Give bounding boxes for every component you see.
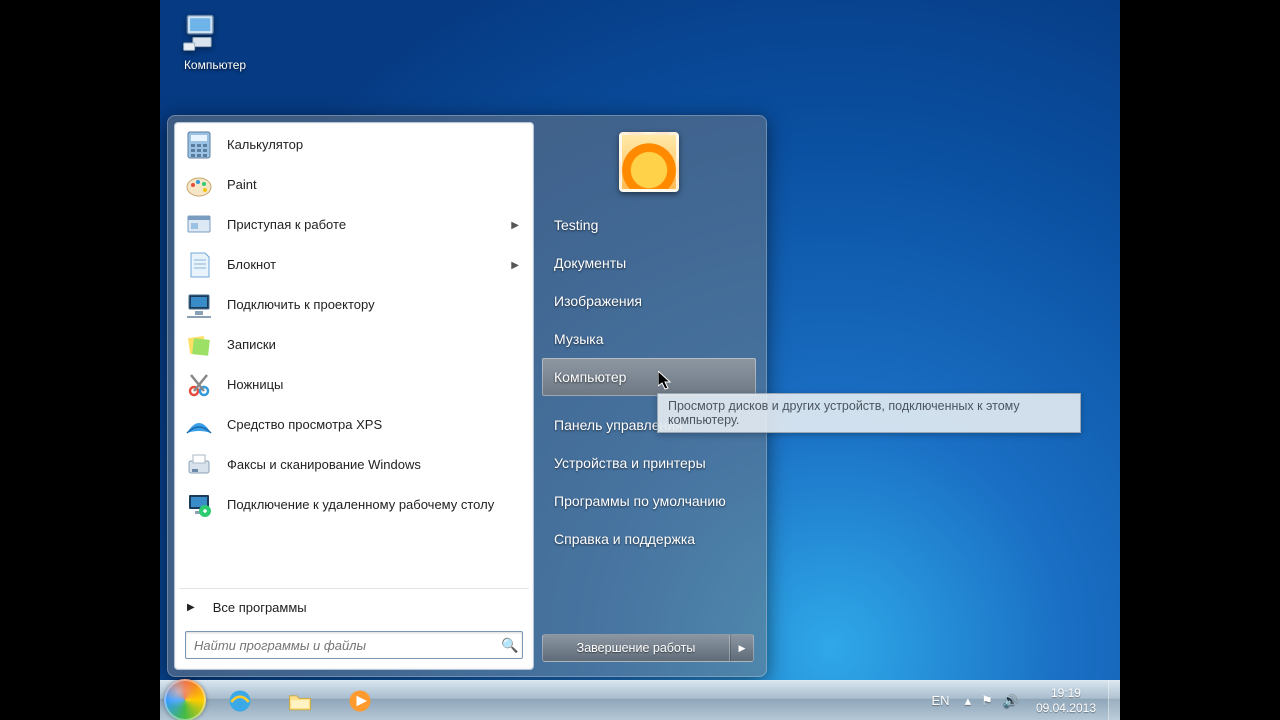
computer-icon <box>180 10 224 54</box>
shutdown-row: Завершение работы ▶ <box>542 634 756 664</box>
paint-icon <box>183 169 215 201</box>
shutdown-button[interactable]: Завершение работы <box>542 634 730 662</box>
language-indicator[interactable]: EN <box>922 693 960 708</box>
taskbar: EN ▴ ⚑ 🔊 19:19 09.04.2013 <box>160 680 1120 720</box>
start-left-pane: Калькулятор Paint Приступая к работе ▶ Б… <box>174 122 534 670</box>
app-label: Приступая к работе <box>227 217 511 233</box>
start-right-item[interactable]: Устройства и принтеры <box>542 444 756 482</box>
app-item-fax-scan[interactable]: Факсы и сканирование Windows <box>175 445 533 485</box>
search-wrap: 🔍 <box>175 623 533 669</box>
all-programs-button[interactable]: ▶ Все программы <box>175 591 533 623</box>
pinned-apps-list: Калькулятор Paint Приступая к работе ▶ Б… <box>175 123 533 586</box>
start-button[interactable] <box>164 679 206 720</box>
tray-volume-icon[interactable]: 🔊 <box>998 693 1024 709</box>
app-item-remote-desktop[interactable]: Подключение к удаленному рабочему столу <box>175 485 533 525</box>
start-right-list: TestingДокументыИзображенияМузыкаКомпьют… <box>542 206 756 558</box>
app-item-paint[interactable]: Paint <box>175 165 533 205</box>
start-right-item[interactable]: Документы <box>542 244 756 282</box>
user-picture[interactable] <box>619 132 679 192</box>
xps-viewer-icon <box>183 409 215 441</box>
system-tray: EN ▴ ⚑ 🔊 19:19 09.04.2013 <box>922 681 1121 720</box>
start-right-item[interactable]: Музыка <box>542 320 756 358</box>
submenu-arrow-icon: ▶ <box>511 260 519 271</box>
clock-time: 19:19 <box>1036 686 1096 700</box>
fax-scan-icon <box>183 449 215 481</box>
app-item-getting-started[interactable]: Приступая к работе ▶ <box>175 205 533 245</box>
desktop: Компьютер Калькулятор Paint Приступая к … <box>160 0 1120 720</box>
taskbar-clock[interactable]: 19:19 09.04.2013 <box>1024 686 1108 715</box>
tray-action-center-icon[interactable]: ⚑ <box>976 693 998 709</box>
start-right-item[interactable]: Программы по умолчанию <box>542 482 756 520</box>
media-player-icon <box>346 687 374 715</box>
start-right-item[interactable]: Изображения <box>542 282 756 320</box>
search-box[interactable]: 🔍 <box>185 631 523 659</box>
tooltip-text: Просмотр дисков и других устройств, подк… <box>668 399 1020 427</box>
tray-show-hidden-icon[interactable]: ▴ <box>960 693 977 709</box>
app-label: Факсы и сканирование Windows <box>227 457 525 473</box>
cursor-icon <box>658 371 672 391</box>
remote-desktop-icon <box>183 489 215 521</box>
app-label: Блокнот <box>227 257 511 273</box>
search-input[interactable] <box>186 632 498 658</box>
app-item-snipping[interactable]: Ножницы <box>175 365 533 405</box>
sticky-notes-icon <box>183 329 215 361</box>
triangle-right-icon: ▶ <box>739 643 746 654</box>
calculator-icon <box>183 129 215 161</box>
app-label: Подключение к удаленному рабочему столу <box>227 497 525 513</box>
snipping-icon <box>183 369 215 401</box>
start-right-item[interactable]: Testing <box>542 206 756 244</box>
desktop-icon-computer[interactable]: Компьютер <box>180 10 250 72</box>
shutdown-options-button[interactable]: ▶ <box>730 634 754 662</box>
taskbar-explorer-button[interactable] <box>272 685 328 717</box>
getting-started-icon <box>183 209 215 241</box>
user-picture-wrap <box>542 132 756 192</box>
app-label: Paint <box>227 177 525 193</box>
app-label: Калькулятор <box>227 137 525 153</box>
start-right-item[interactable]: Компьютер <box>542 358 756 396</box>
app-label: Средство просмотра XPS <box>227 417 525 433</box>
submenu-arrow-icon: ▶ <box>511 220 519 231</box>
start-right-item[interactable]: Справка и поддержка <box>542 520 756 558</box>
notepad-icon <box>183 249 215 281</box>
app-item-calculator[interactable]: Калькулятор <box>175 125 533 165</box>
taskbar-ie-button[interactable] <box>212 685 268 717</box>
app-label: Записки <box>227 337 525 353</box>
app-label: Ножницы <box>227 377 525 393</box>
show-desktop-button[interactable] <box>1108 681 1120 720</box>
shutdown-label: Завершение работы <box>577 641 696 655</box>
app-item-sticky-notes[interactable]: Записки <box>175 325 533 365</box>
taskbar-media-player-button[interactable] <box>332 685 388 717</box>
app-item-projector[interactable]: Подключить к проектору <box>175 285 533 325</box>
desktop-icon-label: Компьютер <box>180 58 250 72</box>
tooltip: Просмотр дисков и других устройств, подк… <box>657 393 1081 433</box>
all-programs-label: Все программы <box>213 600 307 615</box>
clock-date: 09.04.2013 <box>1036 701 1096 715</box>
app-item-xps-viewer[interactable]: Средство просмотра XPS <box>175 405 533 445</box>
app-item-notepad[interactable]: Блокнот ▶ <box>175 245 533 285</box>
internet-explorer-icon <box>226 687 254 715</box>
triangle-right-icon: ▶ <box>187 602 195 613</box>
divider <box>179 588 529 589</box>
search-icon: 🔍 <box>498 637 522 654</box>
projector-icon <box>183 289 215 321</box>
app-label: Подключить к проектору <box>227 297 525 313</box>
folder-icon <box>286 687 314 715</box>
